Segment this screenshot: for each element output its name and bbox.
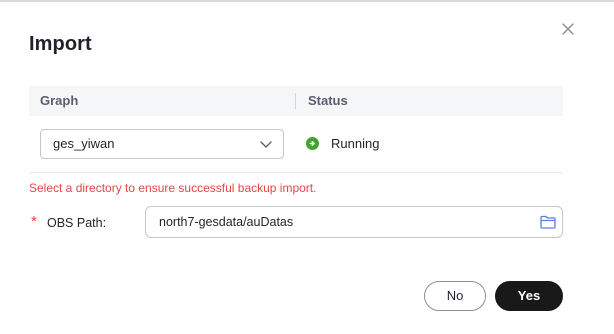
import-dialog: Import Graph Status ges_yiwan Running Se… [0, 0, 614, 334]
warning-message: Select a directory to ensure successful … [29, 181, 317, 195]
table-header: Graph Status [29, 86, 563, 116]
obs-path-label: OBS Path: [47, 216, 107, 230]
running-status-icon [306, 137, 319, 150]
dialog-top-edge [0, 0, 614, 2]
graph-select-value: ges_yiwan [53, 136, 115, 151]
yes-button[interactable]: Yes [495, 281, 563, 311]
status-text: Running [331, 136, 380, 151]
no-button[interactable]: No [424, 281, 486, 311]
row-divider [29, 172, 563, 173]
obs-path-input[interactable]: north7-gesdata/auDatas [145, 206, 563, 238]
close-icon [562, 23, 574, 35]
folder-icon[interactable] [540, 215, 556, 229]
dialog-title: Import [29, 33, 92, 55]
close-button[interactable] [558, 19, 578, 39]
column-header-status: Status [308, 93, 348, 108]
column-divider [295, 93, 296, 109]
graph-select[interactable]: ges_yiwan [40, 129, 284, 159]
required-marker: * [31, 213, 37, 230]
column-header-graph: Graph [40, 93, 79, 108]
chevron-down-icon [260, 141, 272, 148]
obs-path-value: north7-gesdata/auDatas [159, 215, 294, 229]
